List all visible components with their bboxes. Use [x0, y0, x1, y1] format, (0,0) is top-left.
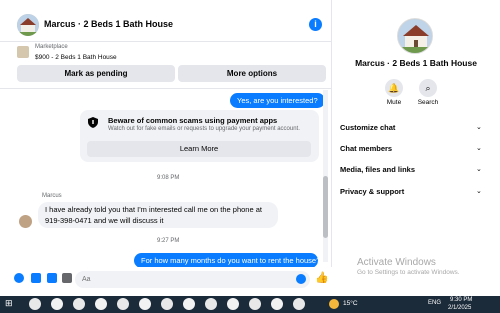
weather-temp[interactable]: 15°C [343, 300, 358, 307]
warning-title: Beware of common scams using payment app… [108, 116, 278, 125]
chevron-down-icon[interactable]: ⌄ [476, 123, 482, 131]
taskbar-app-icon[interactable] [117, 298, 129, 310]
search-label[interactable]: Search [408, 99, 448, 106]
taskbar-app-icon[interactable] [227, 298, 239, 310]
taskbar-app-icon[interactable] [249, 298, 261, 310]
taskbar-app-icon[interactable] [29, 298, 41, 310]
bell-icon[interactable]: 🔔 [385, 79, 403, 97]
taskbar-app-icon[interactable] [293, 298, 305, 310]
chevron-down-icon[interactable]: ⌄ [476, 187, 482, 195]
activate-windows-title: Activate Windows [357, 257, 436, 268]
image-icon[interactable] [31, 273, 41, 283]
sticker-icon[interactable] [47, 273, 57, 283]
language-indicator[interactable]: ENG [428, 300, 441, 306]
conversation-title[interactable]: Marcus · 2 Beds 1 Bath House [44, 19, 173, 29]
message-outgoing[interactable]: Yes, are you interested? [230, 93, 325, 108]
taskbar-app-icon[interactable] [271, 298, 283, 310]
weather-icon[interactable] [329, 299, 339, 309]
start-icon[interactable]: ⊞ [5, 298, 13, 309]
message-outgoing[interactable]: For how many months do you want to rent … [134, 253, 318, 268]
taskbar-app-icon[interactable] [139, 298, 151, 310]
like-icon[interactable]: 👍 [315, 271, 329, 284]
taskbar-app-icon[interactable] [161, 298, 173, 310]
message-incoming[interactable]: I have already told you that I'm interes… [38, 202, 278, 228]
shield-icon [88, 117, 98, 128]
chevron-down-icon[interactable]: ⌄ [476, 165, 482, 173]
chevron-down-icon[interactable]: ⌄ [476, 144, 482, 152]
taskbar-app-icon[interactable] [183, 298, 195, 310]
taskbar-app-icon[interactable] [73, 298, 85, 310]
taskbar-app-icon[interactable] [205, 298, 217, 310]
profile-avatar[interactable] [397, 18, 433, 54]
sender-avatar[interactable] [19, 215, 32, 228]
timestamp: 9:27 PM [157, 238, 180, 244]
warning-subtitle: Watch out for fake emails or requests to… [108, 126, 300, 132]
mark-as-pending-button[interactable]: Mark as pending [17, 65, 175, 82]
gif-icon[interactable] [62, 273, 72, 283]
timestamp: 9:08 PM [157, 175, 180, 181]
listing-thumbnail[interactable] [17, 46, 29, 58]
plus-icon[interactable] [14, 273, 24, 283]
clock-date[interactable]: 2/1/2025 [448, 305, 471, 311]
taskbar-app-icon[interactable] [95, 298, 107, 310]
clock-time[interactable]: 9:30 PM [450, 297, 472, 303]
taskbar-app-icon[interactable] [51, 298, 63, 310]
conversation-avatar[interactable] [17, 14, 39, 36]
divider [0, 88, 332, 89]
search-icon[interactable]: ⌕ [419, 79, 437, 97]
scrollbar-thumb[interactable] [323, 176, 328, 238]
more-options-button[interactable]: More options [178, 65, 326, 82]
section-customize-chat[interactable]: Customize chat [340, 123, 395, 132]
message-input[interactable] [75, 271, 310, 288]
profile-name: Marcus · 2 Beds 1 Bath House [355, 58, 477, 68]
learn-more-button[interactable]: Learn More [87, 141, 311, 157]
conversation-header: Marcus · 2 Beds 1 Bath House i [0, 10, 332, 42]
listing-title[interactable]: $900 - 2 Beds 1 Bath House [35, 54, 117, 61]
emoji-icon[interactable] [296, 274, 306, 284]
section-chat-members[interactable]: Chat members [340, 144, 392, 153]
activate-windows-subtitle: Go to Settings to activate Windows. [357, 269, 460, 276]
section-privacy-support[interactable]: Privacy & support [340, 187, 404, 196]
info-icon[interactable]: i [309, 18, 322, 31]
sender-name: Marcus [42, 193, 62, 199]
section-media-files-links[interactable]: Media, files and links [340, 165, 415, 174]
marketplace-label: Marketplace [35, 44, 68, 50]
